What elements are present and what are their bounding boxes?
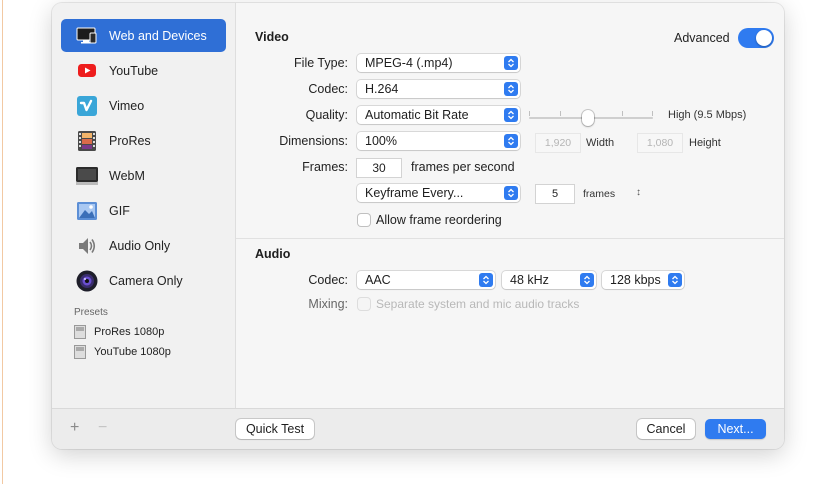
film-icon — [76, 130, 98, 151]
sidebar-item-vimeo[interactable]: Vimeo — [61, 89, 226, 122]
file-type-label: File Type: — [294, 56, 348, 70]
codec-value: H.264 — [365, 82, 399, 96]
reorder-label: Allow frame reordering — [376, 213, 502, 227]
add-preset-button[interactable]: + — [70, 419, 79, 437]
remove-preset-button[interactable]: − — [98, 419, 107, 437]
sidebar-item-prores[interactable]: ProRes — [61, 124, 226, 157]
codec-select[interactable]: H.264 — [357, 80, 520, 98]
frames-unit-label: frames per second — [411, 160, 515, 174]
monitor-icon — [76, 26, 98, 46]
quick-test-button[interactable]: Quick Test — [236, 419, 314, 439]
chevron-updown-icon — [504, 82, 518, 96]
youtube-icon — [76, 61, 98, 81]
export-dialog: Web and Devices YouTube Vimeo ProRes Web — [52, 3, 784, 449]
audio-section-title: Audio — [255, 247, 291, 261]
dimensions-select[interactable]: 100% — [357, 132, 520, 150]
mixing-option-label: Separate system and mic audio tracks — [376, 297, 580, 311]
codec-label: Codec: — [308, 82, 348, 96]
bitrate-value: 128 kbps — [610, 273, 661, 287]
width-field[interactable]: 1,920 — [536, 134, 580, 152]
sidebar-item-label: Web and Devices — [109, 28, 207, 43]
sidebar-item-label: WebM — [109, 168, 145, 183]
audio-codec-select[interactable]: AAC — [357, 271, 495, 289]
sidebar-item-youtube[interactable]: YouTube — [61, 54, 226, 87]
height-label: Height — [689, 137, 721, 149]
chevron-updown-icon — [504, 186, 518, 200]
sidebar-item-label: ProRes — [109, 133, 151, 148]
background-edge-line — [2, 0, 3, 484]
sidebar-item-web-and-devices[interactable]: Web and Devices — [61, 19, 226, 52]
sidebar-item-audio-only[interactable]: Audio Only — [61, 229, 226, 262]
sidebar-item-webm[interactable]: WebM — [61, 159, 226, 192]
mixing-checkbox[interactable] — [358, 298, 370, 310]
audio-codec-value: AAC — [365, 273, 391, 287]
toggle-knob — [756, 30, 772, 46]
chevron-updown-icon — [504, 108, 518, 122]
bitrate-select[interactable]: 128 kbps — [602, 271, 684, 289]
slider-tick — [622, 111, 623, 116]
speaker-icon — [76, 236, 98, 256]
sidebar-item-label: Vimeo — [109, 98, 145, 113]
frames-label: Frames: — [302, 160, 348, 174]
section-divider — [236, 238, 784, 239]
quality-select[interactable]: Automatic Bit Rate — [357, 106, 520, 124]
advanced-toggle[interactable] — [738, 28, 774, 48]
preset-label: ProRes 1080p — [94, 326, 165, 338]
presets-label: Presets — [74, 307, 108, 318]
vimeo-icon — [76, 95, 98, 116]
quality-level-label: High (9.5 Mbps) — [668, 109, 747, 121]
preset-icon — [74, 345, 86, 359]
slider-tick — [560, 111, 561, 116]
keyframe-count-field[interactable]: 5 — [536, 185, 574, 203]
chevron-updown-icon — [504, 56, 518, 70]
sample-rate-select[interactable]: 48 kHz — [502, 271, 596, 289]
dimensions-label: Dimensions: — [279, 134, 348, 148]
reorder-checkbox[interactable] — [358, 214, 370, 226]
keyframe-stepper[interactable]: ↕ — [636, 187, 641, 198]
slider-tick — [529, 111, 530, 116]
file-type-select[interactable]: MPEG-4 (.mp4) — [357, 54, 520, 72]
preset-label: YouTube 1080p — [94, 346, 171, 358]
webm-icon — [76, 166, 98, 186]
audio-codec-label: Codec: — [308, 273, 348, 287]
footer-bar: + − Quick Test Cancel Next... — [52, 408, 784, 449]
height-field[interactable]: 1,080 — [638, 134, 682, 152]
camera-icon — [76, 270, 98, 291]
sample-rate-value: 48 kHz — [510, 273, 549, 287]
preset-item-prores-1080p[interactable]: ProRes 1080p — [74, 325, 164, 339]
keyframe-select[interactable]: Keyframe Every... — [357, 184, 520, 202]
preset-item-youtube-1080p[interactable]: YouTube 1080p — [74, 345, 171, 359]
keyframe-unit-label: frames — [583, 188, 616, 200]
keyframe-value: Keyframe Every... — [365, 186, 464, 200]
gif-icon — [76, 201, 98, 221]
sidebar-item-label: Camera Only — [109, 273, 183, 288]
mixing-label: Mixing: — [308, 297, 348, 311]
video-section-title: Video — [255, 30, 289, 44]
quality-label: Quality: — [305, 108, 348, 122]
sidebar-item-camera-only[interactable]: Camera Only — [61, 264, 226, 297]
advanced-label: Advanced — [674, 31, 730, 45]
width-label: Width — [586, 137, 615, 149]
frames-field[interactable]: 30 — [357, 159, 401, 177]
sidebar-item-gif[interactable]: GIF — [61, 194, 226, 227]
preset-icon — [74, 325, 86, 339]
settings-pane: Video Advanced File Type: MPEG-4 (.mp4) … — [236, 3, 784, 408]
file-type-value: MPEG-4 (.mp4) — [365, 56, 453, 70]
chevron-updown-icon — [580, 273, 594, 287]
cancel-button[interactable]: Cancel — [637, 419, 695, 439]
slider-tick — [652, 111, 653, 116]
dimensions-value: 100% — [365, 134, 397, 148]
sidebar-item-label: YouTube — [109, 63, 159, 78]
quality-value: Automatic Bit Rate — [365, 108, 469, 122]
quality-slider-knob[interactable] — [582, 110, 594, 126]
sidebar: Web and Devices YouTube Vimeo ProRes Web — [52, 3, 236, 408]
sidebar-item-label: Audio Only — [109, 238, 171, 253]
sidebar-item-label: GIF — [109, 203, 130, 218]
next-button[interactable]: Next... — [705, 419, 766, 439]
chevron-updown-icon — [668, 273, 682, 287]
chevron-updown-icon — [479, 273, 493, 287]
chevron-updown-icon — [504, 134, 518, 148]
